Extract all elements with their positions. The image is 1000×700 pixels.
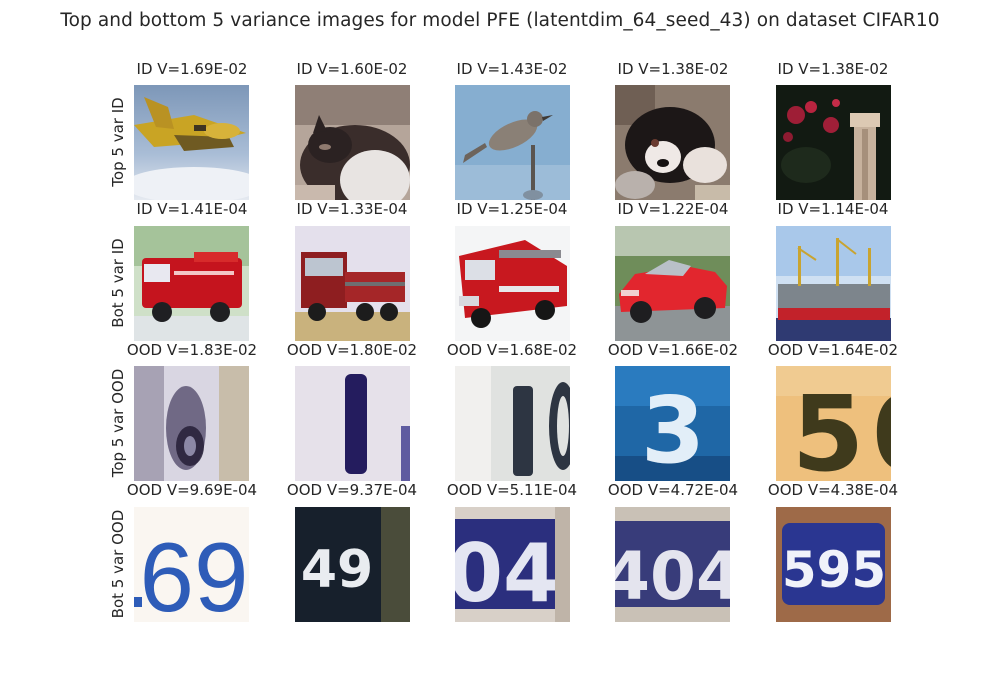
cell-title: ID V=1.33E-04 bbox=[296, 200, 408, 218]
cell-title: ID V=1.25E-04 bbox=[456, 200, 568, 218]
figure-title: Top and bottom 5 variance images for mod… bbox=[60, 10, 940, 31]
house-number-404-image: 404 bbox=[615, 507, 730, 622]
red-car-image bbox=[615, 226, 730, 341]
row-label-top-ood: Top 5 var OOD bbox=[109, 368, 127, 478]
svg-text:0: 0 bbox=[872, 373, 891, 481]
cell-title: OOD V=4.72E-04 bbox=[607, 481, 739, 499]
cell-title: OOD V=4.38E-04 bbox=[767, 481, 899, 499]
house-number-69-image: 69 bbox=[134, 507, 249, 622]
cell-title: ID V=1.43E-02 bbox=[456, 60, 568, 78]
row-label-bot-ood: Bot 5 var OOD bbox=[109, 509, 127, 619]
cat-image bbox=[295, 85, 410, 200]
svg-text:69: 69 bbox=[139, 522, 248, 622]
red-truck-image bbox=[295, 226, 410, 341]
bird-image bbox=[455, 85, 570, 200]
row-label-bot-id: Bot 5 var ID bbox=[109, 238, 127, 328]
flowers-image bbox=[776, 85, 891, 200]
cell-title: ID V=1.69E-02 bbox=[136, 60, 248, 78]
house-number-49-image: 49 bbox=[295, 507, 410, 622]
digit-fifty-image: 5 0 bbox=[776, 366, 891, 481]
fire-truck-image bbox=[134, 226, 249, 341]
cell-title: OOD V=9.37E-04 bbox=[286, 481, 418, 499]
cell-title: OOD V=1.83E-02 bbox=[126, 341, 258, 359]
cell-title: OOD V=1.66E-02 bbox=[607, 341, 739, 359]
digits-image bbox=[455, 366, 570, 481]
svg-text:3: 3 bbox=[641, 377, 705, 481]
digit-one-image bbox=[295, 366, 410, 481]
cell-title: OOD V=9.69E-04 bbox=[126, 481, 258, 499]
cell-title: OOD V=5.11E-04 bbox=[446, 481, 578, 499]
row-label-top-id: Top 5 var ID bbox=[109, 97, 127, 187]
svg-text:04: 04 bbox=[455, 527, 559, 620]
dog-image bbox=[615, 85, 730, 200]
svg-text:595: 595 bbox=[782, 541, 886, 599]
house-number-04-image: 04 bbox=[455, 507, 570, 622]
cell-title: ID V=1.14E-04 bbox=[777, 200, 889, 218]
svg-text:404: 404 bbox=[615, 538, 730, 615]
cell-title: ID V=1.22E-04 bbox=[617, 200, 729, 218]
digit-three-image: 3 bbox=[615, 366, 730, 481]
cell-title: OOD V=1.64E-02 bbox=[767, 341, 899, 359]
fire-engine-image bbox=[455, 226, 570, 341]
cell-title: ID V=1.41E-04 bbox=[136, 200, 248, 218]
svg-text:49: 49 bbox=[301, 540, 373, 600]
cell-title: OOD V=1.68E-02 bbox=[446, 341, 578, 359]
house-number-595-image: 595 bbox=[776, 507, 891, 622]
cell-title: ID V=1.38E-02 bbox=[617, 60, 729, 78]
cell-title: OOD V=1.80E-02 bbox=[286, 341, 418, 359]
ship-image bbox=[776, 226, 891, 341]
cell-title: ID V=1.60E-02 bbox=[296, 60, 408, 78]
airplane-image bbox=[134, 85, 249, 200]
cell-title: ID V=1.38E-02 bbox=[777, 60, 889, 78]
svg-text:5: 5 bbox=[792, 373, 864, 481]
blurry-digit-image bbox=[134, 366, 249, 481]
